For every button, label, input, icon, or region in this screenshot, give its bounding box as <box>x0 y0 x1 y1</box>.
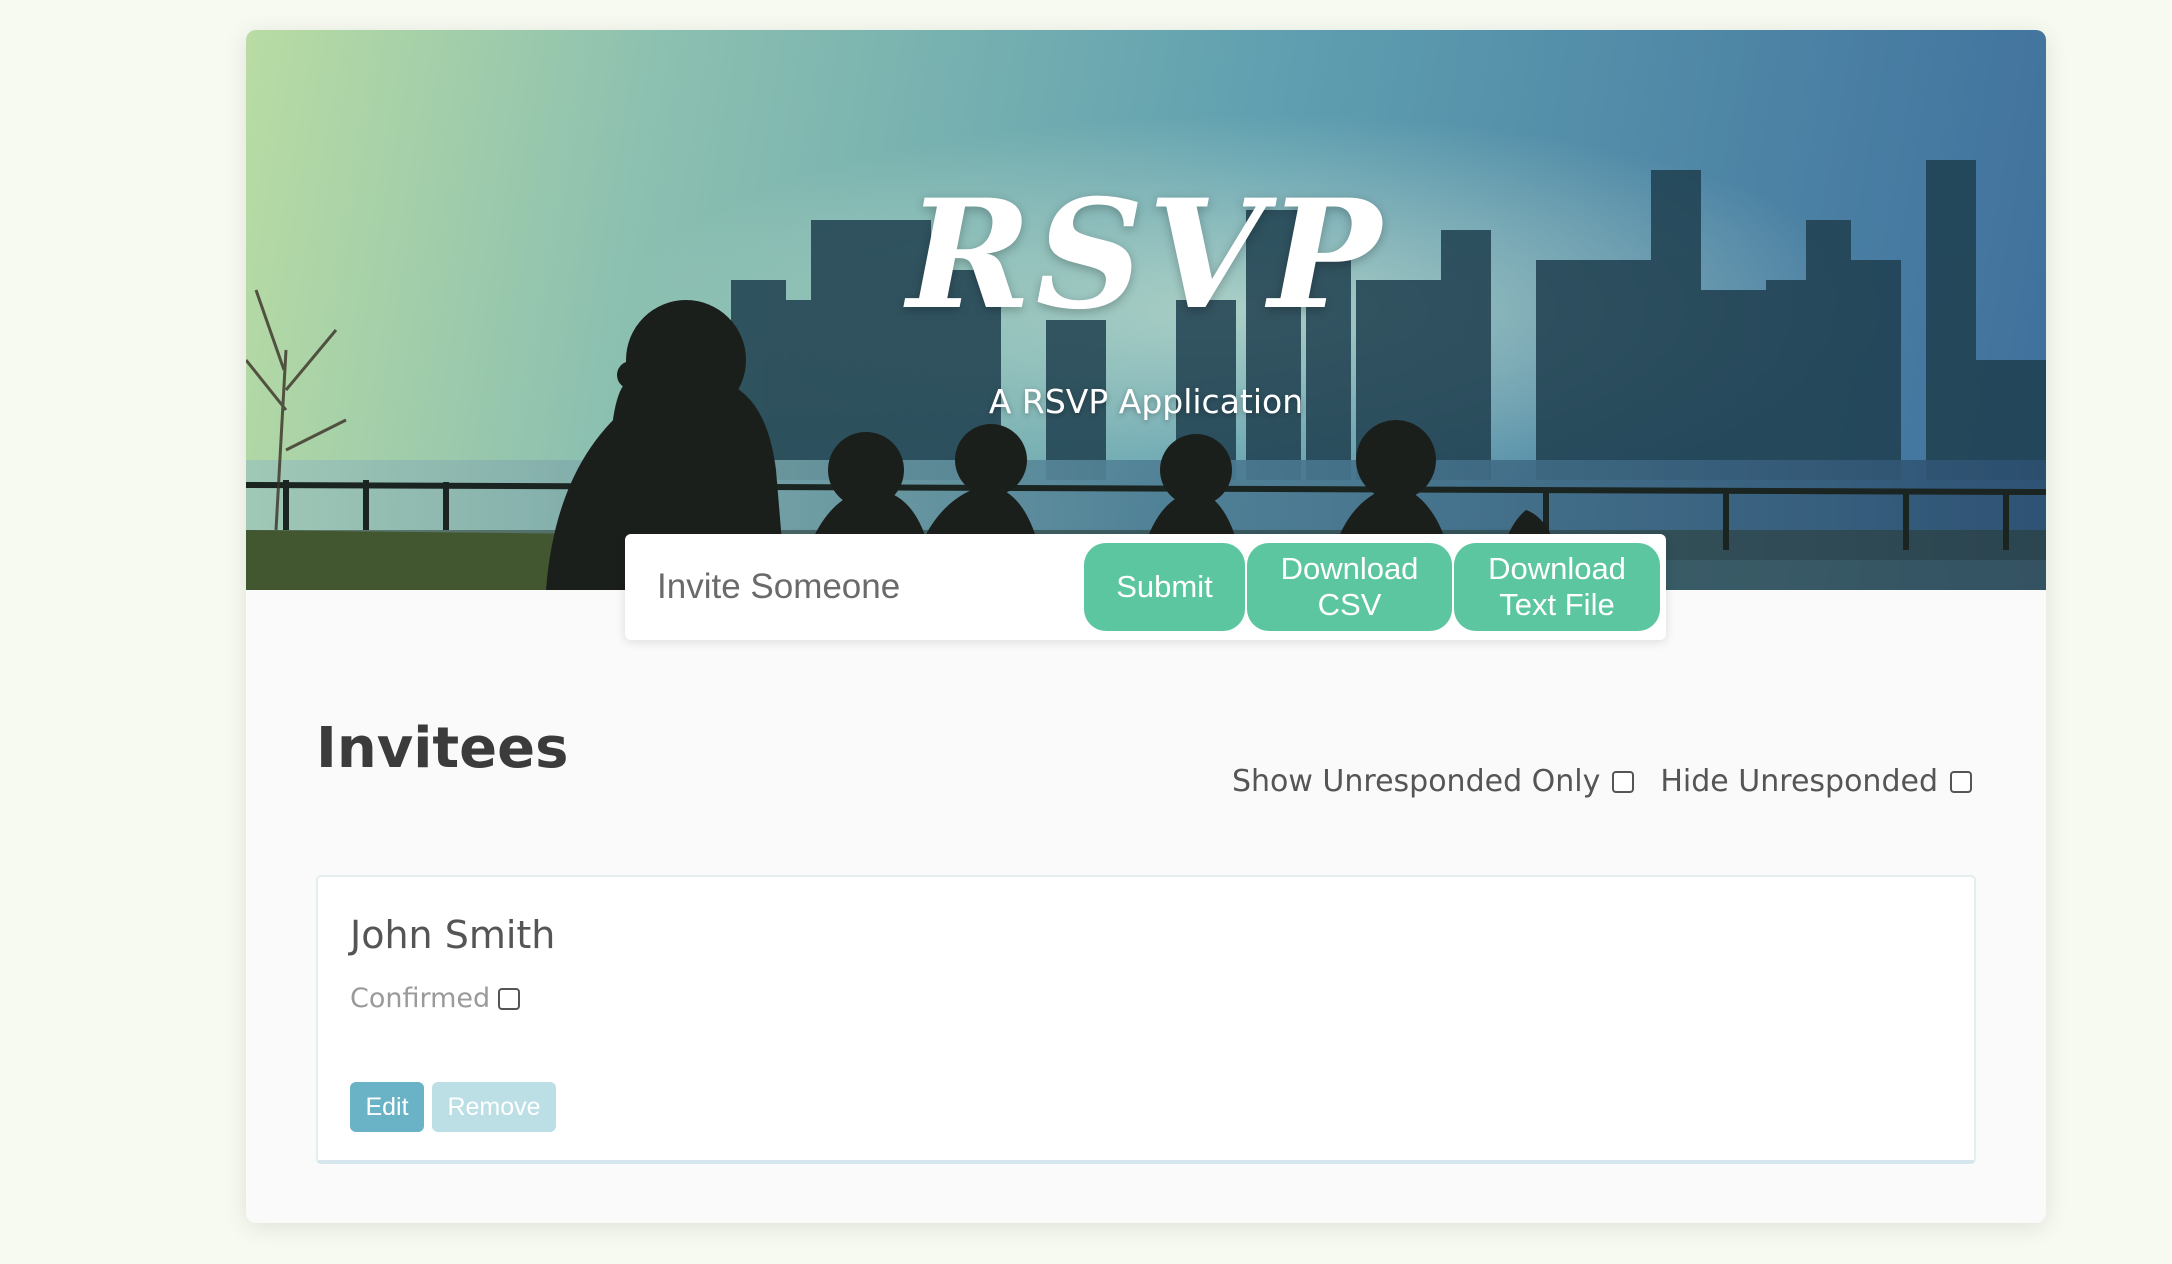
show-unresponded-filter[interactable]: Show Unresponded Only <box>1231 764 1635 799</box>
invitee-card: John Smith Confirmed Edit Remove <box>316 875 1976 1164</box>
invitee-name: John Smith <box>350 913 556 957</box>
confirmed-label: Confirmed <box>350 983 491 1014</box>
invite-name-input[interactable] <box>635 548 1075 626</box>
show-unresponded-checkbox[interactable] <box>1612 770 1635 793</box>
edit-button[interactable]: Edit <box>350 1082 424 1132</box>
remove-button[interactable]: Remove <box>432 1082 556 1132</box>
hide-unresponded-label: Hide Unresponded <box>1660 764 1938 799</box>
hero-subtitle: A RSVP Application <box>988 382 1304 421</box>
hero-banner: RSVP A RSVP Application <box>246 30 2046 590</box>
download-text-file-button[interactable]: Download Text File <box>1454 543 1660 631</box>
download-text-file-label: Download Text File <box>1488 551 1626 622</box>
submit-button[interactable]: Submit <box>1084 543 1245 631</box>
invitees-heading: Invitees <box>316 716 569 781</box>
hero-title: RSVP <box>906 167 1386 343</box>
confirmed-toggle[interactable]: Confirmed <box>350 983 521 1014</box>
hide-unresponded-checkbox[interactable] <box>1950 770 1972 793</box>
download-csv-button[interactable]: Download CSV <box>1247 543 1452 631</box>
invite-form: Submit Download CSV Download Text File <box>625 534 1666 640</box>
confirmed-checkbox[interactable] <box>498 987 521 1010</box>
download-csv-label: Download CSV <box>1280 551 1419 622</box>
filters: Show Unresponded Only Hide Unresponded <box>1232 764 1972 799</box>
app-card: RSVP A RSVP Application Submit Download … <box>246 30 2046 1223</box>
show-unresponded-label: Show Unresponded Only <box>1231 764 1601 799</box>
hide-unresponded-filter[interactable]: Hide Unresponded <box>1660 764 1972 799</box>
